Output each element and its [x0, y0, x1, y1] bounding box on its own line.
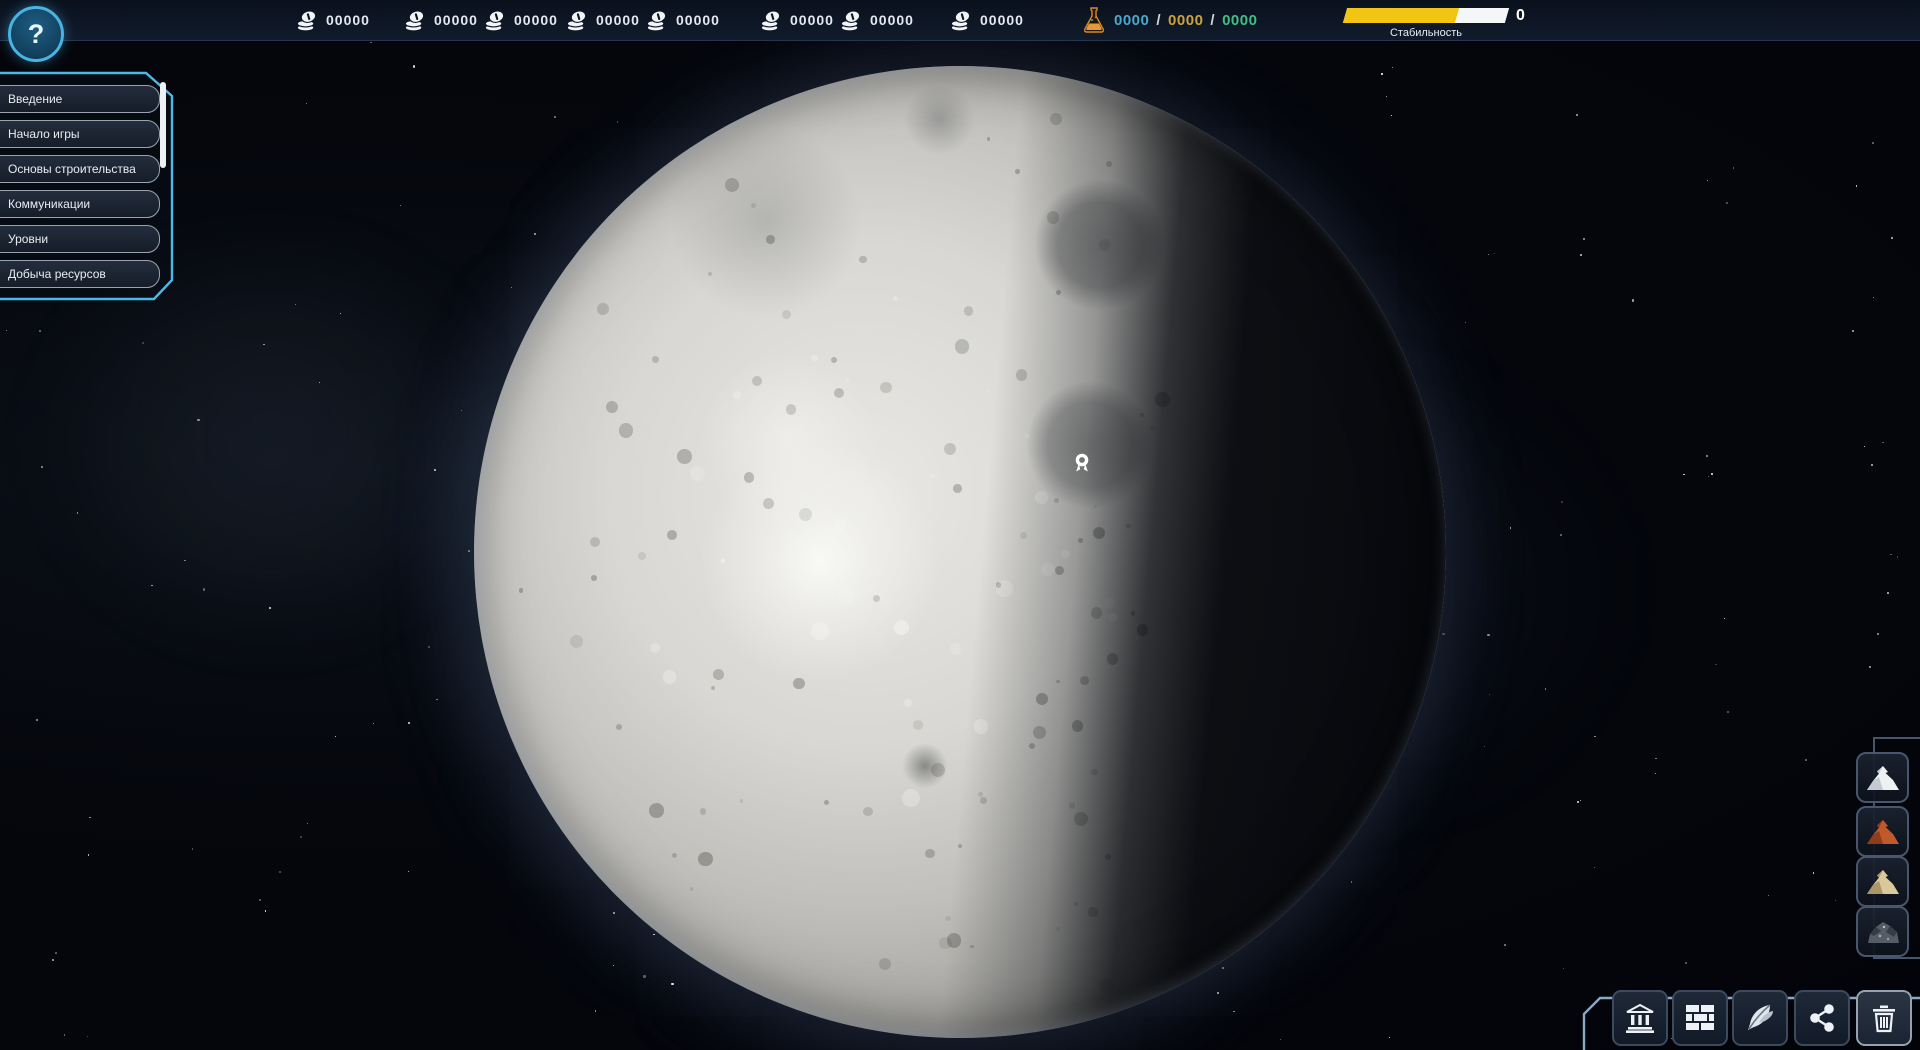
help-question-icon: ?: [28, 19, 45, 50]
moon-planet[interactable]: [474, 66, 1446, 1038]
science-counter: 0000 / 0000 / 0000: [1082, 0, 1257, 40]
share-network-icon: [1807, 1003, 1837, 1033]
white-powder-pile-icon: [1864, 763, 1902, 793]
build-wall-button[interactable]: [1672, 990, 1728, 1046]
tutorial-item-osnovy-stroitelstva[interactable]: Основы строительства: [0, 155, 160, 183]
resource-value: 00000: [596, 12, 640, 28]
science-separator: /: [1210, 12, 1215, 29]
tutorial-item-kommunikacii[interactable]: Коммуникации: [0, 190, 160, 218]
coin-stack-icon: [566, 9, 589, 32]
tutorial-item-nachalo-igry[interactable]: Начало игры: [0, 120, 160, 148]
resource-value: 00000: [870, 12, 914, 28]
resource-slot-metal-ore[interactable]: [1856, 906, 1909, 957]
resource-counter: 00000: [646, 0, 720, 40]
tutorial-item-dobycha-resursov[interactable]: Добыча ресурсов: [0, 260, 160, 288]
decorate-button[interactable]: [1732, 990, 1788, 1046]
resource-value: 00000: [676, 12, 720, 28]
demolish-button[interactable]: [1856, 990, 1912, 1046]
red-powder-pile-icon: [1864, 817, 1902, 847]
stability-widget: Стабильность: [1345, 8, 1507, 39]
feather-icon: [1744, 1002, 1776, 1034]
tutorial-item-label: Уровни: [0, 232, 48, 246]
tutorial-item-label: Начало игры: [0, 127, 80, 141]
coin-stack-icon: [484, 9, 507, 32]
resource-counter: 00000: [760, 0, 834, 40]
coin-stack-icon: [760, 9, 783, 32]
resource-value: 00000: [790, 12, 834, 28]
metal-ore-pile-icon: [1864, 917, 1902, 947]
trash-bin-icon: [1870, 1003, 1898, 1033]
coin-stack-icon: [296, 9, 319, 32]
coin-stack-icon: [950, 9, 973, 32]
resource-counter: 00000: [566, 0, 640, 40]
resource-counter: 00000: [404, 0, 478, 40]
stability-label: Стабильность: [1345, 27, 1507, 39]
tutorial-item-urovni[interactable]: Уровни: [0, 225, 160, 253]
resource-counter: 00000: [950, 0, 1024, 40]
resource-value: 00000: [326, 12, 370, 28]
stability-fill: [1343, 8, 1459, 23]
game-screen: 00000 00000 00000 00000 00000 00000 0000…: [0, 0, 1920, 1050]
tutorial-scrollbar-thumb[interactable]: [160, 82, 166, 168]
stability-value: 0: [1516, 7, 1525, 25]
resource-value: 00000: [434, 12, 478, 28]
stability-bar: [1343, 8, 1509, 23]
science-current: 0000: [1114, 12, 1149, 29]
medal-marker-icon[interactable]: [1072, 452, 1092, 480]
coin-stack-icon: [840, 9, 863, 32]
sand-powder-pile-icon: [1864, 867, 1902, 897]
tutorial-item-label: Добыча ресурсов: [0, 267, 106, 281]
coin-stack-icon: [646, 9, 669, 32]
resource-slot-red-powder[interactable]: [1856, 806, 1909, 857]
flask-icon: [1082, 6, 1106, 34]
tutorial-item-label: Коммуникации: [0, 197, 90, 211]
nebula-glow: [60, 260, 480, 620]
share-button[interactable]: [1794, 990, 1850, 1046]
coin-stack-icon: [404, 9, 427, 32]
science-second: 0000: [1168, 12, 1203, 29]
tutorial-item-label: Введение: [0, 92, 62, 106]
resource-slot-sand-powder[interactable]: [1856, 856, 1909, 907]
resource-counter: 00000: [840, 0, 914, 40]
tutorial-item-vvedenie[interactable]: Введение: [0, 85, 160, 113]
resource-value: 00000: [980, 12, 1024, 28]
science-third: 0000: [1222, 12, 1257, 29]
help-button[interactable]: ?: [8, 6, 64, 62]
bank-building-icon: [1624, 1003, 1656, 1033]
resource-counter: 00000: [484, 0, 558, 40]
science-separator: /: [1156, 12, 1161, 29]
tutorial-item-label: Основы строительства: [0, 162, 136, 176]
resource-counter: 00000: [296, 0, 370, 40]
moon-rim-light: [474, 66, 1446, 1038]
top-resource-bar: 00000 00000 00000 00000 00000 00000 0000…: [0, 0, 1920, 41]
brick-wall-icon: [1684, 1003, 1716, 1033]
build-bank-button[interactable]: [1612, 990, 1668, 1046]
resource-value: 00000: [514, 12, 558, 28]
resource-slot-white-powder[interactable]: [1856, 752, 1909, 803]
